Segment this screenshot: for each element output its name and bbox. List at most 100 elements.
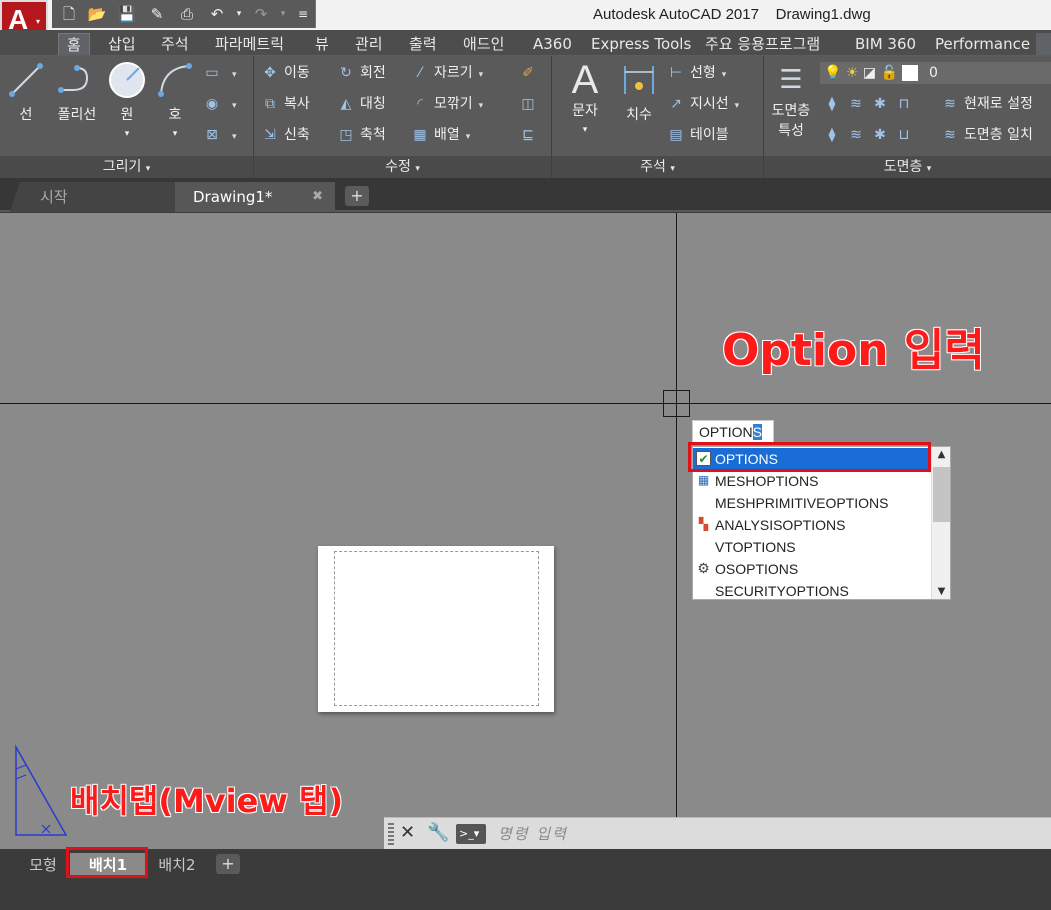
customize-toolbar-icon[interactable]: ≡ (292, 4, 314, 24)
save-icon[interactable]: 💾 (116, 4, 138, 24)
autocomplete-item-meshoptions[interactable]: ▦ MESHOPTIONS (693, 470, 931, 492)
linear-dim-button[interactable]: ⊢ 선형 ▾ (666, 62, 726, 84)
modify-panel-title-label: 수정 (385, 159, 411, 175)
annotation-panel: A 문자 ▾ 치수 ⊢ 선형 ▾ ↗ 지시선 ▾ ▤ 테이블 주석 ▾ (552, 56, 764, 178)
close-icon[interactable]: ✕ (400, 822, 415, 843)
autocomplete-item-meshprimitiveoptions[interactable]: MESHPRIMITIVEOPTIONS (693, 492, 931, 514)
redo-icon[interactable]: ↷ (250, 4, 272, 24)
layout-tab-bar: 모형 배치1 배치2 + (0, 847, 1051, 910)
tab-home[interactable]: 홈 (58, 33, 90, 55)
fillet-button[interactable]: ◜ 모깎기 ▾ (410, 93, 483, 115)
tab-model[interactable]: 모형 (14, 853, 72, 877)
boundary-button[interactable]: ⊠ ▾ (202, 124, 236, 146)
dynamic-command-input[interactable]: OPTIONS (692, 420, 774, 444)
layers-panel-title[interactable]: 도면층 ▾ (764, 156, 1051, 178)
dimension-button[interactable]: 치수 (614, 60, 664, 124)
tab-manage[interactable]: 관리 (355, 33, 383, 55)
erase-button[interactable]: ✐ (518, 62, 542, 84)
circle-label: 원 (120, 107, 134, 123)
annotation-panel-title[interactable]: 주석 ▾ (552, 156, 763, 178)
close-icon[interactable]: ✖ (312, 182, 323, 212)
stretch-button[interactable]: ⇲ 신축 (260, 124, 310, 146)
autocomplete-scrollbar[interactable]: ▲ ▼ (931, 447, 950, 599)
tab-a360[interactable]: A360 (533, 33, 572, 55)
tab-bim-360[interactable]: BIM 360 (855, 33, 916, 55)
trim-button[interactable]: ⁄ 자르기 ▾ (410, 62, 483, 84)
tab-overflow[interactable] (1036, 33, 1051, 55)
tab-performance[interactable]: Performance (935, 33, 1030, 55)
table-button[interactable]: ▤ 테이블 (666, 124, 728, 146)
copy-button[interactable]: ⧉ 복사 (260, 93, 310, 115)
tab-drawing1[interactable]: Drawing1* ✖ (175, 182, 335, 212)
chevron-down-icon: ▾ (582, 125, 588, 135)
new-file-icon[interactable]: 🗋 (58, 4, 80, 24)
undo-dropdown-icon[interactable]: ▾ (228, 4, 250, 24)
redo-dropdown-icon[interactable]: ▾ (272, 4, 294, 24)
match-layer-button[interactable]: ≋ 도면층 일치 (940, 124, 1033, 146)
modify-panel-title[interactable]: 수정 ▾ (254, 156, 551, 178)
layer-on-icon: ⧫ (828, 127, 836, 143)
tab-output[interactable]: 출력 (409, 33, 437, 55)
mirror-button[interactable]: ◭ 대칭 (336, 93, 386, 115)
layer-properties-button[interactable]: ☰ 도면층 특성 (766, 60, 816, 140)
layer-properties-label-1: 도면층 (771, 103, 811, 119)
command-prompt-icon[interactable]: >_▾ (456, 824, 486, 844)
tab-featured-apps[interactable]: 주요 응용프로그램 (705, 33, 820, 55)
tab-insert[interactable]: 삽입 (108, 33, 136, 55)
new-layout-button[interactable]: + (216, 854, 240, 874)
option-input-annotation: Option 입력 (722, 325, 985, 376)
offset-button[interactable]: ⊑ (518, 124, 542, 146)
tab-addins[interactable]: 애드인 (463, 33, 504, 55)
drag-handle[interactable] (388, 823, 394, 845)
chevron-down-icon[interactable]: ▼ (932, 586, 951, 597)
tab-parametric[interactable]: 파라메트릭 (215, 33, 284, 55)
layer-dropdown[interactable]: 💡 ☀ ◪ 🔓 0 (820, 62, 1051, 84)
undo-icon[interactable]: ↶ (206, 4, 228, 24)
hatch-button[interactable]: ◉ ▾ (202, 93, 237, 115)
print-icon[interactable]: ⎙ (176, 4, 198, 24)
tab-express-tools[interactable]: Express Tools (591, 33, 691, 55)
leader-button[interactable]: ↗ 지시선 ▾ (666, 93, 739, 115)
scrollbar-thumb[interactable] (933, 467, 950, 522)
circle-icon (109, 62, 145, 98)
rotate-label: 회전 (360, 65, 386, 81)
arc-button[interactable]: 호 ▾ (152, 60, 198, 140)
tab-start[interactable]: 시작 (10, 182, 180, 212)
tab-layout2[interactable]: 배치2 (148, 853, 206, 877)
open-folder-icon[interactable]: 📂 (86, 4, 108, 24)
layer-off-icon: ⧫ (828, 96, 836, 112)
polyline-button[interactable]: 폴리선 (52, 60, 102, 124)
rotate-button[interactable]: ↻ 회전 (336, 62, 386, 84)
layer-tools-row-1[interactable]: ⧫ ≋ ✱ ⊓ (822, 93, 918, 115)
copy-icon: ⧉ (265, 96, 275, 112)
explode-button[interactable]: ◫ (518, 93, 542, 115)
line-button[interactable]: 선 (4, 60, 48, 124)
save-as-icon[interactable]: ✎ (146, 4, 168, 24)
circle-button[interactable]: 원 ▾ (104, 60, 150, 140)
draw-panel: 선 폴리선 원 ▾ 호 ▾ ▭ ▾ ◉ ▾ ⊠ ▾ 그리기 ▾ (0, 56, 254, 178)
tab-annotate[interactable]: 주석 (161, 33, 189, 55)
autocomplete-item-osoptions[interactable]: ⚙ OSOPTIONS (693, 558, 931, 580)
move-button[interactable]: ✥ 이동 (260, 62, 310, 84)
drawing-canvas[interactable]: Option 입력 배치탭(Mview 탭) OPTIONS ✔ OPTIONS … (0, 213, 1051, 849)
text-button[interactable]: A 문자 ▾ (560, 60, 610, 136)
array-icon: ▦ (413, 127, 427, 143)
new-drawing-tab-button[interactable]: + (345, 186, 369, 206)
set-current-button[interactable]: ≋ 현재로 설정 (940, 93, 1033, 115)
draw-panel-title[interactable]: 그리기 ▾ (0, 156, 253, 178)
rectangle-button[interactable]: ▭ ▾ (202, 62, 236, 84)
layer-tools-row-2[interactable]: ⧫ ≋ ✱ ⊔ (822, 124, 918, 146)
autocomplete-item-label: ANALYSISOPTIONS (715, 517, 846, 533)
command-input-field[interactable]: 명령 입력 (498, 823, 568, 844)
autocomplete-item-analysisoptions[interactable]: ▚ ANALYSISOPTIONS (693, 514, 931, 536)
set-current-icon: ≋ (944, 96, 956, 112)
autocomplete-item-vtoptions[interactable]: VTOPTIONS (693, 536, 931, 558)
wrench-icon[interactable]: 🔧 (427, 822, 449, 843)
autocomplete-highlight: S (752, 424, 763, 440)
scale-button[interactable]: ◳ 축척 (336, 124, 385, 146)
autocomplete-item-securityoptions[interactable]: SECURITYOPTIONS (693, 580, 931, 602)
array-button[interactable]: ▦ 배열 ▾ (410, 124, 470, 146)
autocomplete-item-label: VTOPTIONS (715, 539, 796, 555)
tab-view[interactable]: 뷰 (315, 33, 329, 55)
chevron-up-icon[interactable]: ▲ (932, 449, 951, 460)
